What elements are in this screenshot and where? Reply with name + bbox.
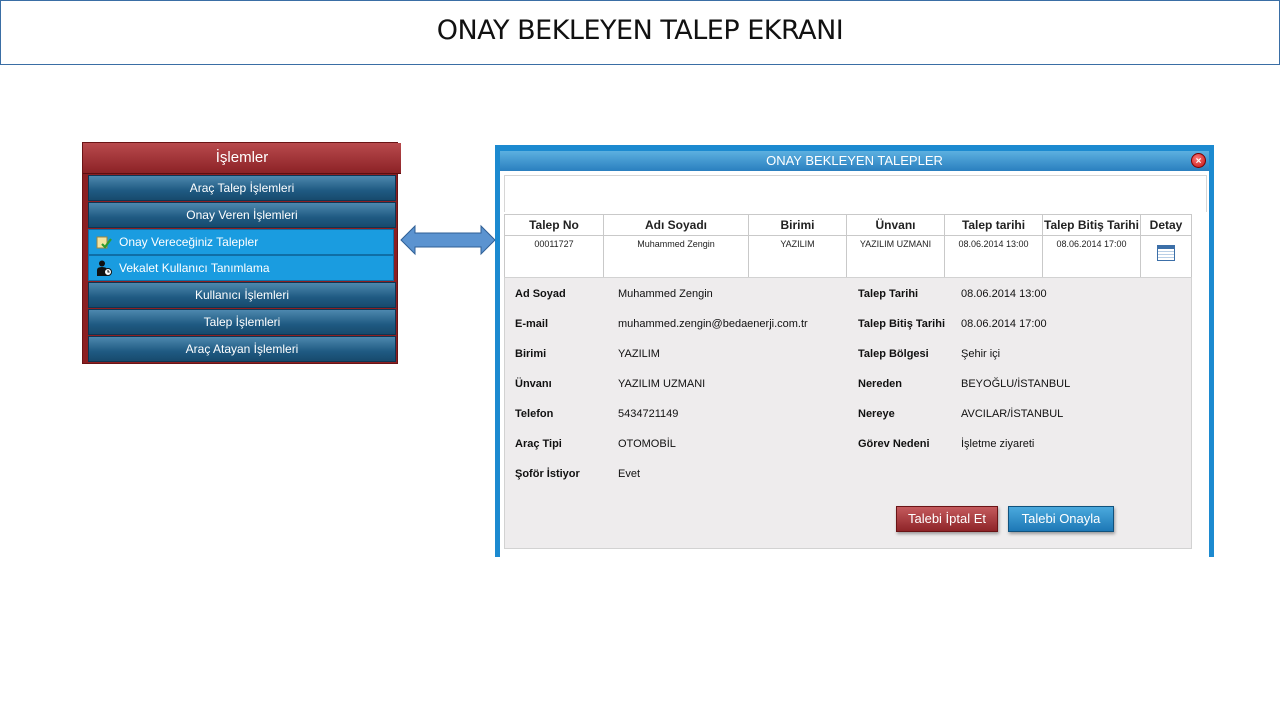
value-sofor: Evet — [618, 468, 641, 480]
column-header: Detay — [1140, 214, 1192, 236]
label-telefon: Telefon — [515, 408, 554, 420]
label-nereden: Nereden — [858, 378, 903, 390]
cell-adi-soyadi: Muhammed Zengin — [603, 235, 749, 279]
menu-item-onay-veren[interactable]: Onay Veren İşlemleri — [88, 202, 396, 228]
menu-item-arac-atayan[interactable]: Araç Atayan İşlemleri — [88, 336, 396, 362]
cancel-request-button[interactable]: Talebi İptal Et — [896, 506, 998, 532]
column-header: Talep No — [504, 214, 604, 236]
close-icon[interactable]: × — [1191, 153, 1206, 168]
column-header: Talep Bitiş Tarihi — [1042, 214, 1141, 236]
label-talep-bolgesi: Talep Bölgesi — [858, 348, 929, 360]
label-unvani: Ünvanı — [515, 378, 552, 390]
column-header: Ünvanı — [846, 214, 945, 236]
value-telefon: 5434721149 — [618, 408, 679, 420]
menu-subitem-onay-vereceginiz[interactable]: Onay Vereceğiniz Talepler — [88, 229, 394, 255]
cell-detay — [1140, 235, 1192, 279]
value-talep-tarihi: 08.06.2014 13:00 — [961, 288, 1047, 300]
cell-unvani: YAZILIM UZMANI — [846, 235, 945, 279]
column-header: Birimi — [748, 214, 847, 236]
approve-icon — [96, 236, 112, 249]
double-arrow-icon — [400, 224, 496, 256]
requests-table: Talep No Adı Soyadı Birimi Ünvanı Talep … — [504, 214, 1192, 279]
menu-subitem-vekalet[interactable]: Vekalet Kullanıcı Tanımlama — [88, 255, 394, 281]
page-title: ONAY BEKLEYEN TALEP EKRANI — [436, 15, 844, 46]
menu-subitem-label: Vekalet Kullanıcı Tanımlama — [119, 261, 270, 275]
menu-item-talep[interactable]: Talep İşlemleri — [88, 309, 396, 335]
user-proxy-icon — [97, 260, 112, 276]
value-talep-bitis: 08.06.2014 17:00 — [961, 318, 1047, 330]
menu-subitem-label: Onay Vereceğiniz Talepler — [119, 235, 259, 249]
label-arac-tipi: Araç Tipi — [515, 438, 562, 450]
label-ad-soyad: Ad Soyad — [515, 288, 566, 300]
label-gorev-nedeni: Görev Nedeni — [858, 438, 930, 450]
label-talep-bitis: Talep Bitiş Tarihi — [858, 318, 945, 330]
value-gorev-nedeni: İşletme ziyareti — [961, 438, 1035, 450]
panel-header: ONAY BEKLEYEN TALEPLER × — [500, 151, 1209, 171]
menu-header: İşlemler — [83, 143, 401, 174]
table-header-row: Talep No Adı Soyadı Birimi Ünvanı Talep … — [504, 214, 1192, 236]
value-email: muhammed.zengin@bedaenerji.com.tr — [618, 318, 808, 330]
operations-menu: İşlemler Araç Talep İşlemleri Onay Veren… — [82, 142, 401, 364]
value-arac-tipi: OTOMOBİL — [618, 438, 676, 450]
table-row[interactable]: 00011727 Muhammed Zengin YAZILIM YAZILIM… — [504, 235, 1192, 279]
request-details: Ad Soyad Muhammed Zengin E-mail muhammed… — [504, 277, 1192, 549]
label-birimi: Birimi — [515, 348, 547, 360]
value-ad-soyad: Muhammed Zengin — [618, 288, 713, 300]
value-nereden: BEYOĞLU/İSTANBUL — [961, 378, 1071, 390]
value-talep-bolgesi: Şehir içi — [961, 348, 1001, 360]
label-sofor: Şoför İstiyor — [515, 468, 580, 480]
column-header: Talep tarihi — [944, 214, 1043, 236]
panel-title: ONAY BEKLEYEN TALEPLER — [766, 153, 943, 168]
label-email: E-mail — [515, 318, 549, 330]
cell-talep-tarihi: 08.06.2014 13:00 — [944, 235, 1043, 279]
detail-grid-icon[interactable] — [1157, 245, 1175, 261]
value-nereye: AVCILAR/İSTANBUL — [961, 408, 1064, 420]
menu-item-kullanici[interactable]: Kullanıcı İşlemleri — [88, 282, 396, 308]
label-nereye: Nereye — [858, 408, 895, 420]
value-birimi: YAZILIM — [618, 348, 660, 360]
page-title-bar: ONAY BEKLEYEN TALEP EKRANI — [0, 0, 1280, 65]
value-unvani: YAZILIM UZMANI — [618, 378, 706, 390]
pending-requests-panel: ONAY BEKLEYEN TALEPLER × Talep No Adı So… — [495, 145, 1214, 557]
column-header: Adı Soyadı — [603, 214, 749, 236]
cell-talep-bitis: 08.06.2014 17:00 — [1042, 235, 1141, 279]
filter-area — [504, 175, 1207, 212]
label-talep-tarihi: Talep Tarihi — [858, 288, 919, 300]
cell-birimi: YAZILIM — [748, 235, 847, 279]
approve-request-button[interactable]: Talebi Onayla — [1008, 506, 1114, 532]
cell-talep-no: 00011727 — [504, 235, 604, 279]
menu-item-arac-talep[interactable]: Araç Talep İşlemleri — [88, 175, 396, 201]
